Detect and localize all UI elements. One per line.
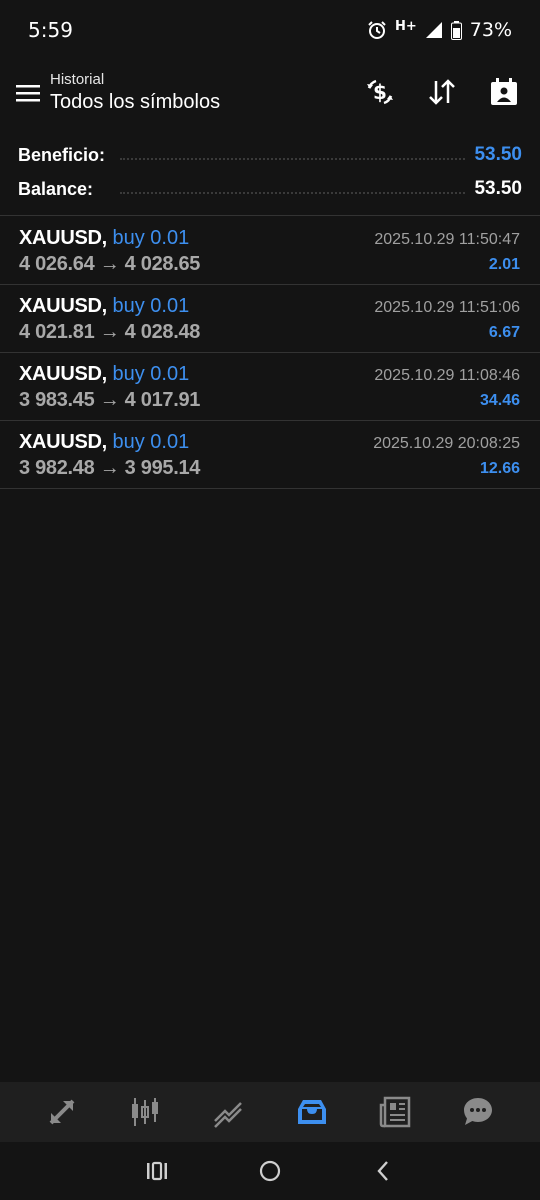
summary: Beneficio: 53.50 Balance: 53.50 [0,138,540,206]
sort-icon[interactable] [418,68,466,116]
app-header: Historial Todos los símbolos $ [0,62,540,124]
balance-value: 53.50 [468,178,522,200]
balance-label: Balance: [18,178,100,200]
system-nav [0,1142,540,1200]
chart-icon[interactable] [121,1088,169,1136]
leader-dots [120,158,465,160]
trade-prices: 4 026.64 → 4 028.65 [19,253,201,275]
quotes-icon[interactable] [38,1088,86,1136]
trade-icon[interactable] [204,1088,252,1136]
trade-time: 2025.10.29 11:51:06 [374,299,520,316]
page-title: Todos los símbolos [50,91,221,113]
trade-prices: 3 982.48 → 3 995.14 [19,457,201,479]
trade-type: buy 0.01 [112,227,190,249]
trade-symbol: XAUUSD, [19,363,107,385]
trade-type: buy 0.01 [112,363,190,385]
trade-prices: 4 021.81 → 4 028.48 [19,321,201,343]
profit-label: Beneficio: [18,144,112,166]
trade-row[interactable]: XAUUSD, buy 0.01 4 021.81 → 4 028.48 202… [0,285,540,353]
trade-type: buy 0.01 [112,431,190,453]
trade-type: buy 0.01 [112,295,190,317]
divider [0,215,540,216]
trade-prices: 3 983.45 → 4 017.91 [19,389,201,411]
profit-value: 53.50 [468,144,522,166]
signal-icon [425,21,443,39]
trade-symbol: XAUUSD, [19,431,107,453]
network-type: H+ [394,18,417,34]
chat-icon[interactable] [454,1088,502,1136]
battery-level: 73% [469,19,512,41]
calendar-icon[interactable] [480,68,528,116]
status-bar: 5:59 H+ 73% [0,0,540,60]
trade-time: 2025.10.29 11:50:47 [374,231,520,248]
bottom-nav [0,1082,540,1142]
trade-row[interactable]: XAUUSD, buy 0.01 3 983.45 → 4 017.91 202… [0,353,540,421]
screen: 5:59 H+ 73% Historial Todos los símbolos [0,0,540,1200]
trade-list: XAUUSD, buy 0.01 4 026.64 → 4 028.65 202… [0,217,540,489]
trade-header: XAUUSD, buy 0.01 [19,227,189,250]
currency-exchange-icon[interactable]: $ [356,68,404,116]
status-time: 5:59 [28,18,73,42]
leader-dots [120,192,465,194]
trade-row[interactable]: XAUUSD, buy 0.01 4 026.64 → 4 028.65 202… [0,217,540,285]
svg-text:$: $ [373,80,387,104]
header-subtitle: Historial [50,71,105,88]
news-icon[interactable] [371,1088,419,1136]
history-icon[interactable] [288,1088,336,1136]
trade-time: 2025.10.29 11:08:46 [374,367,520,384]
profit-row: Beneficio: 53.50 [0,138,540,172]
trade-symbol: XAUUSD, [19,295,107,317]
trade-row[interactable]: XAUUSD, buy 0.01 3 982.48 → 3 995.14 202… [0,421,540,489]
trade-profit: 2.01 [488,256,520,273]
trade-symbol: XAUUSD, [19,227,107,249]
trade-header: XAUUSD, buy 0.01 [19,295,189,318]
trade-profit: 34.46 [479,392,520,409]
balance-row: Balance: 53.50 [0,172,540,206]
battery-icon [450,20,462,40]
status-icons: H+ 73% [367,19,512,41]
trade-profit: 6.67 [488,324,520,341]
menu-icon[interactable] [4,69,52,117]
trade-header: XAUUSD, buy 0.01 [19,431,189,454]
home-icon[interactable] [246,1147,294,1195]
trade-profit: 12.66 [479,460,520,477]
header-actions: $ [356,68,528,116]
recent-apps-icon[interactable] [133,1147,181,1195]
trade-header: XAUUSD, buy 0.01 [19,363,189,386]
trade-time: 2025.10.29 20:08:25 [373,435,520,452]
header-titles[interactable]: Historial Todos los símbolos [50,71,220,115]
back-icon[interactable] [359,1147,407,1195]
alarm-icon [367,20,387,40]
